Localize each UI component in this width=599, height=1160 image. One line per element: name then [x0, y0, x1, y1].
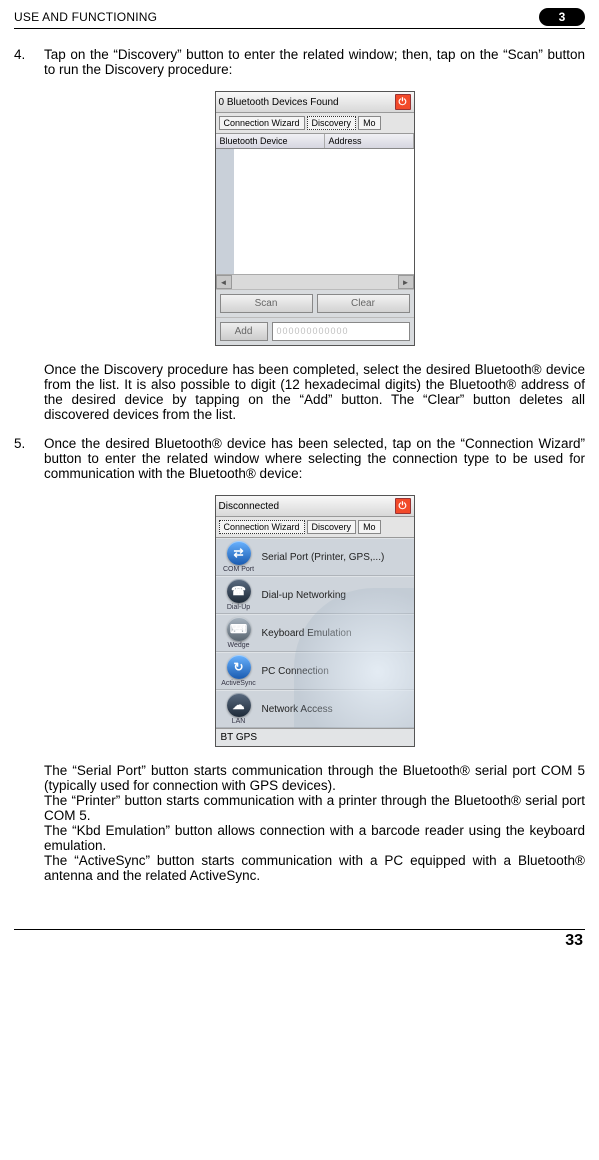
keyboard-icon: ⌨ — [227, 617, 251, 641]
power-icon[interactable]: ⏻ — [395, 498, 411, 514]
serial-port-icon: ⇄ — [227, 541, 251, 565]
list-item-serial-port[interactable]: ⇄ COM Port Serial Port (Printer, GPS,...… — [216, 538, 414, 576]
icon-sublabel: COM Port — [223, 566, 254, 573]
figure2-title-text: Disconnected — [219, 501, 280, 512]
scroll-right-icon[interactable]: ► — [398, 275, 414, 289]
list-gutter — [216, 149, 234, 275]
figure2-title-bar: Disconnected ⏻ — [216, 496, 414, 517]
tab-discovery[interactable]: Discovery — [307, 116, 357, 130]
icon-sublabel: Dial-Up — [227, 604, 250, 611]
tab-more[interactable]: Mo — [358, 520, 381, 534]
figure-discovery-window: 0 Bluetooth Devices Found ⏻ Connection W… — [215, 91, 415, 346]
section-number-pill: 3 — [539, 8, 585, 26]
col-bluetooth-device[interactable]: Bluetooth Device — [216, 134, 325, 148]
figure2-tabs: Connection Wizard Discovery Mo — [216, 517, 414, 538]
scrollbar-horizontal[interactable]: ◄ ► — [216, 274, 414, 289]
step-5-text: Once the desired Bluetooth® device has b… — [44, 436, 585, 481]
step-5-after: The “Serial Port” button starts communic… — [44, 763, 585, 883]
step-5-after-2: The “Printer” button starts communicatio… — [44, 793, 585, 823]
icon-wrap: ↻ ActiveSync — [216, 655, 262, 687]
icon-sublabel: ActiveSync — [221, 680, 256, 687]
lan-icon: ☁ — [227, 693, 251, 717]
header-title: USE AND FUNCTIONING — [14, 10, 157, 24]
step-4-text: Tap on the “Discovery” button to enter t… — [44, 47, 585, 77]
icon-wrap: ⇄ COM Port — [216, 541, 262, 573]
step-4-number: 4. — [14, 47, 44, 422]
steps-list: 4. Tap on the “Discovery” button to ente… — [14, 47, 585, 883]
power-icon[interactable]: ⏻ — [395, 94, 411, 110]
figure-discovery: 0 Bluetooth Devices Found ⏻ Connection W… — [44, 91, 585, 346]
header: USE AND FUNCTIONING 3 — [14, 8, 585, 26]
icon-wrap: ☁ LAN — [216, 693, 262, 725]
icon-wrap: ⌨ Wedge — [216, 617, 262, 649]
figure2-list: ⇄ COM Port Serial Port (Printer, GPS,...… — [216, 538, 414, 728]
item-label: Serial Port (Printer, GPS,...) — [262, 552, 385, 563]
clear-button[interactable]: Clear — [317, 294, 410, 313]
col-address[interactable]: Address — [325, 134, 414, 148]
item-label: Dial-up Networking — [262, 590, 346, 601]
tab-discovery[interactable]: Discovery — [307, 520, 357, 534]
page: USE AND FUNCTIONING 3 4. Tap on the “Dis… — [0, 0, 599, 960]
step-5-after-3: The “Kbd Emulation” button allows connec… — [44, 823, 585, 853]
icon-sublabel: Wedge — [227, 642, 249, 649]
tab-connection-wizard[interactable]: Connection Wizard — [219, 116, 305, 130]
figure-cw-window: Disconnected ⏻ Connection Wizard Discove… — [215, 495, 415, 747]
list-item-keyboard-emulation[interactable]: ⌨ Wedge Keyboard Emulation — [216, 614, 414, 652]
figure1-device-list[interactable]: ◄ ► — [216, 149, 414, 289]
step-5-after-4: The “ActiveSync” button starts communica… — [44, 853, 585, 883]
item-label: Network Access — [262, 704, 333, 715]
header-rule — [14, 28, 585, 29]
step-4-body: Tap on the “Discovery” button to enter t… — [44, 47, 585, 422]
footer-rule — [14, 929, 585, 930]
figure1-title-text: 0 Bluetooth Devices Found — [219, 97, 339, 108]
step-5-after-1: The “Serial Port” button starts communic… — [44, 763, 585, 793]
icon-sublabel: LAN — [232, 718, 246, 725]
figure2-footer: BT GPS — [216, 728, 414, 746]
icon-wrap: ☎ Dial-Up — [216, 579, 262, 611]
tab-connection-wizard[interactable]: Connection Wizard — [219, 520, 305, 534]
figure1-columns: Bluetooth Device Address — [216, 134, 414, 149]
page-number: 33 — [14, 932, 583, 950]
step-4: 4. Tap on the “Discovery” button to ente… — [14, 47, 585, 422]
figure-connection-wizard: Disconnected ⏻ Connection Wizard Discove… — [44, 495, 585, 747]
step-4-after: Once the Discovery procedure has been co… — [44, 362, 585, 422]
figure1-tabs: Connection Wizard Discovery Mo — [216, 113, 414, 134]
figure1-title-bar: 0 Bluetooth Devices Found ⏻ — [216, 92, 414, 113]
step-5: 5. Once the desired Bluetooth® device ha… — [14, 436, 585, 883]
figure1-add-row: Add 000000000000 — [216, 317, 414, 345]
add-address-field[interactable]: 000000000000 — [272, 322, 410, 341]
tab-more[interactable]: Mo — [358, 116, 381, 130]
figure1-button-row: Scan Clear — [216, 289, 414, 317]
step-5-number: 5. — [14, 436, 44, 883]
item-label: Keyboard Emulation — [262, 628, 352, 639]
list-item-pc-connection[interactable]: ↻ ActiveSync PC Connection — [216, 652, 414, 690]
step-5-body: Once the desired Bluetooth® device has b… — [44, 436, 585, 883]
list-item-dialup[interactable]: ☎ Dial-Up Dial-up Networking — [216, 576, 414, 614]
item-label: PC Connection — [262, 666, 329, 677]
dialup-icon: ☎ — [227, 579, 251, 603]
add-button[interactable]: Add — [220, 322, 268, 341]
list-item-network-access[interactable]: ☁ LAN Network Access — [216, 690, 414, 728]
scan-button[interactable]: Scan — [220, 294, 313, 313]
activesync-icon: ↻ — [227, 655, 251, 679]
scroll-left-icon[interactable]: ◄ — [216, 275, 232, 289]
